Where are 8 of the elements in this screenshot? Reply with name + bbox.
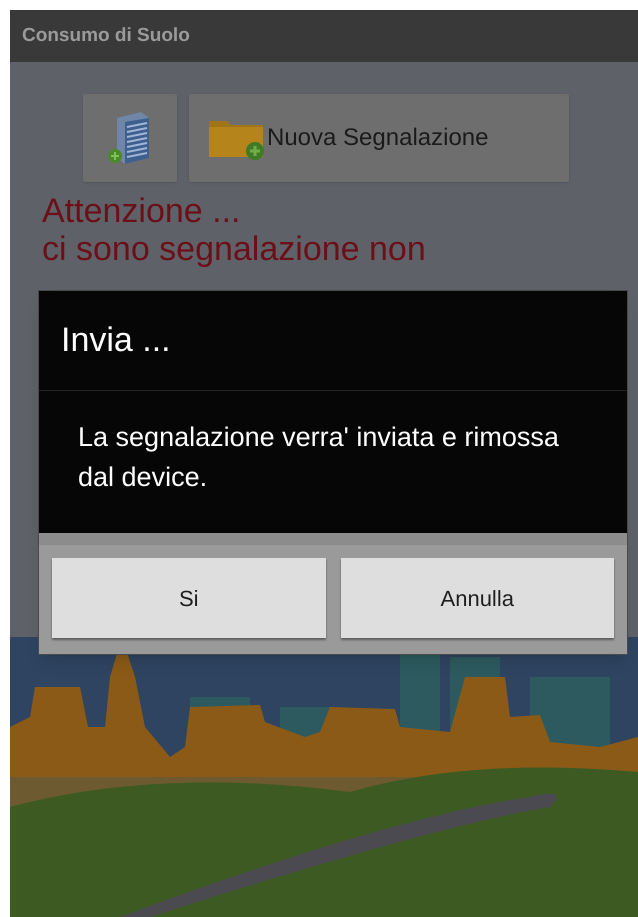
app-title: Consumo di Suolo bbox=[22, 24, 190, 48]
dialog-button[interactable]: Si bbox=[52, 558, 326, 638]
dialog-message: La segnalazione verra' inviata e rimossa dal device. bbox=[78, 421, 560, 494]
warning-text: Attenzione ... bbox=[42, 192, 242, 230]
dialog-button[interactable]: Annulla bbox=[340, 558, 614, 638]
warning-text: ci sono segnalazione non bbox=[42, 230, 427, 268]
dialog-title: Invia ... bbox=[61, 320, 171, 361]
building-button[interactable] bbox=[83, 94, 177, 182]
